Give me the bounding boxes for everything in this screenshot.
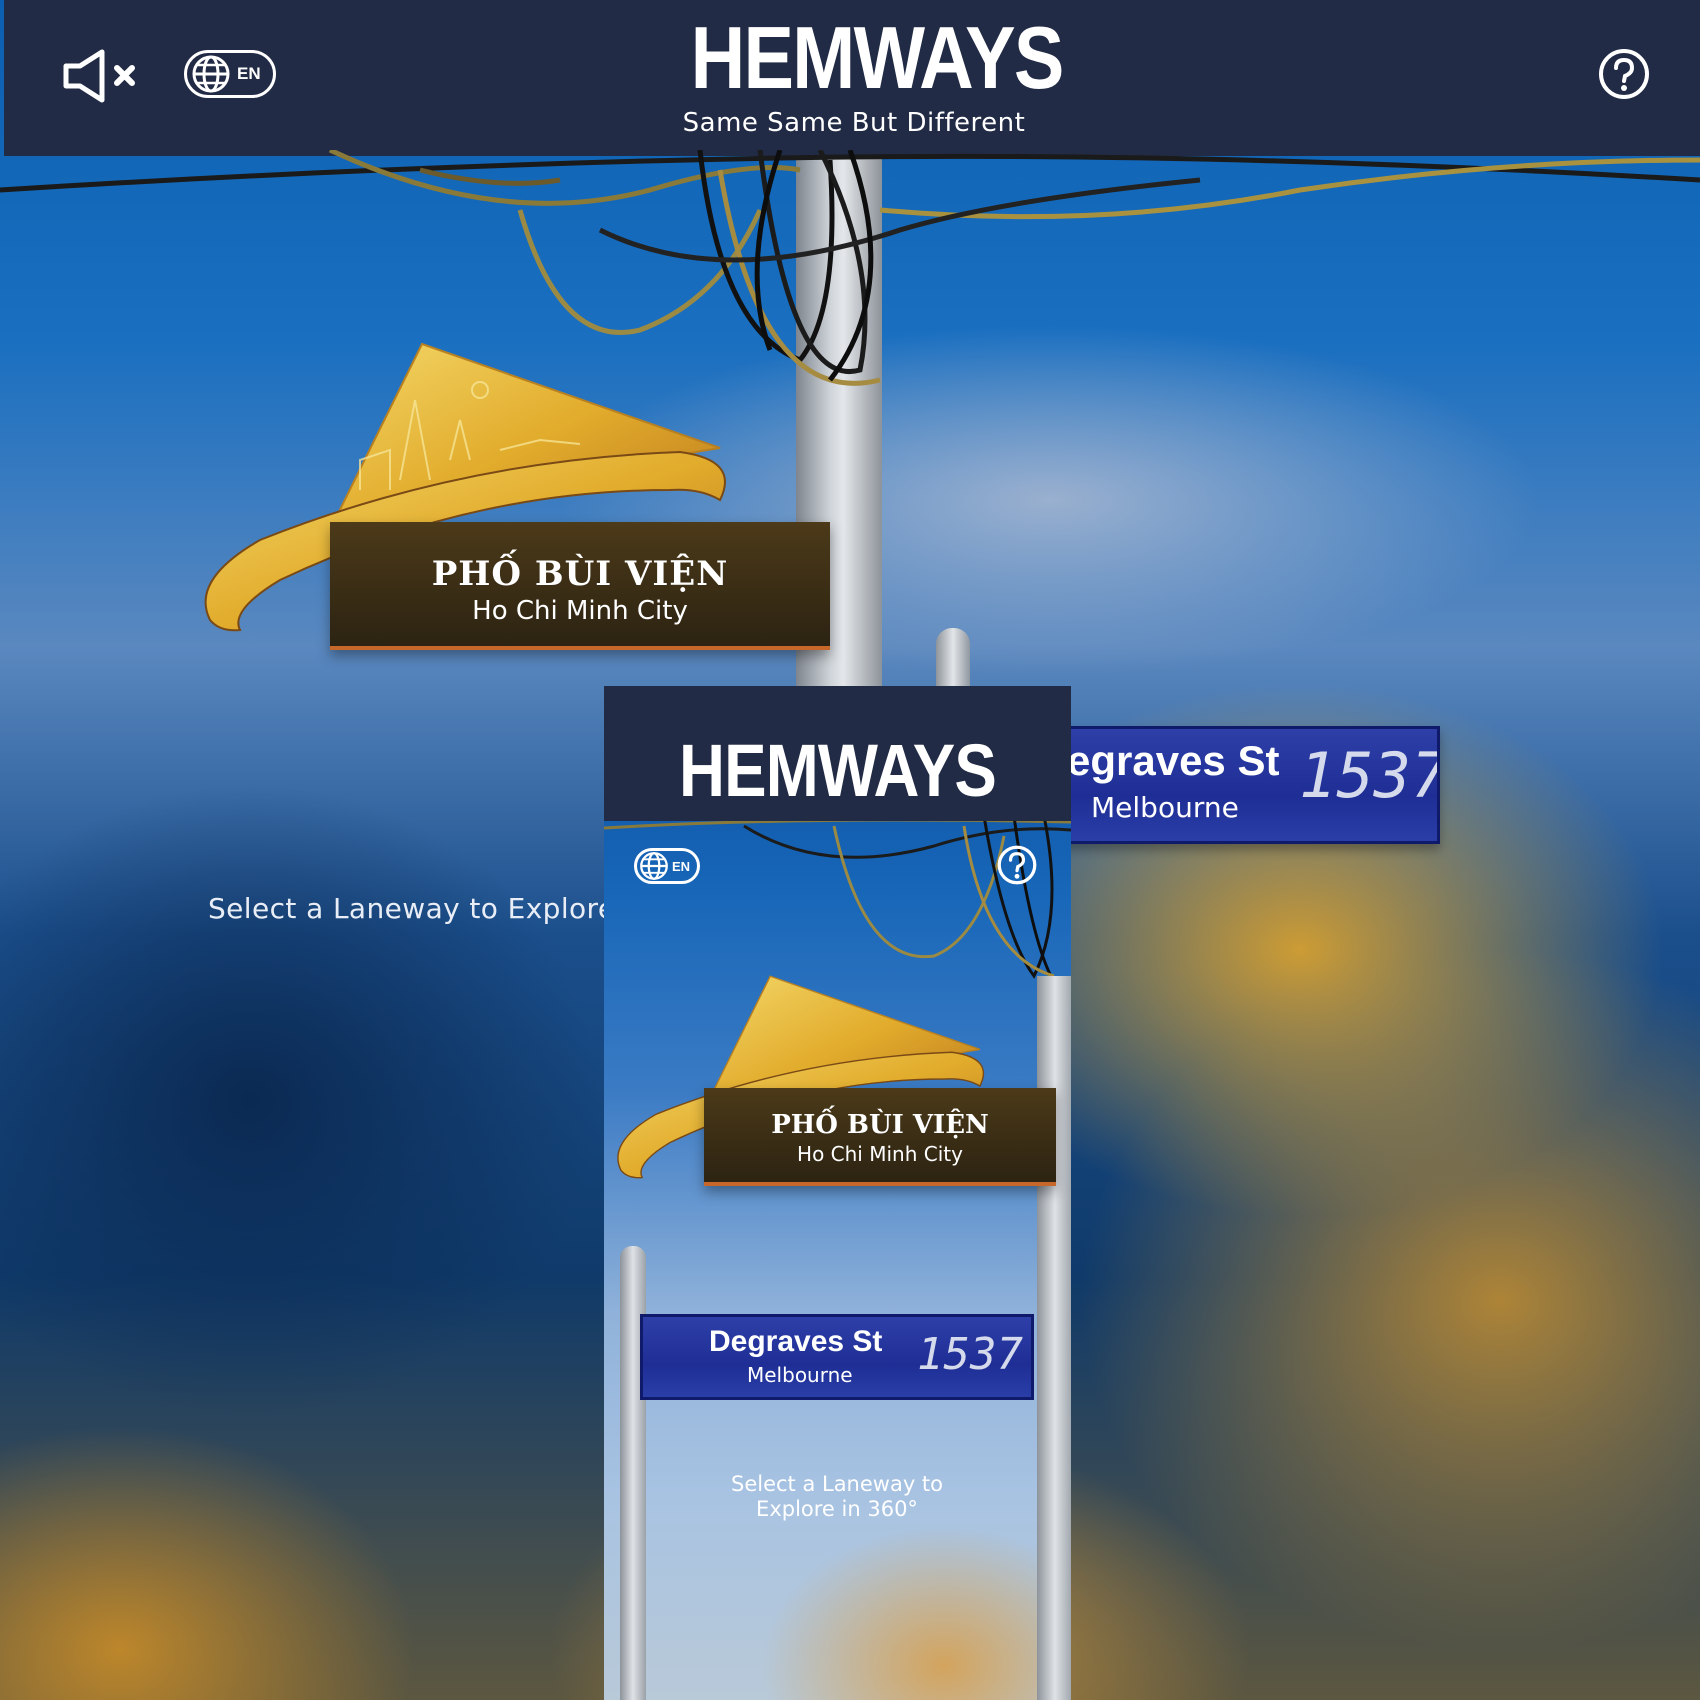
- question-circle-icon[interactable]: [996, 844, 1038, 886]
- mobile-hcmc-laneway-name: PHỐ BÙI VIỆN: [771, 1110, 989, 1140]
- hcmc-city: Ho Chi Minh City: [472, 596, 688, 626]
- sign-post: [936, 628, 970, 688]
- globe-icon: [192, 55, 230, 93]
- mobile-select-laneway-prompt: Select a Laneway to Explore in 360°: [664, 1472, 1010, 1522]
- language-code: EN: [237, 64, 261, 83]
- melbourne-laneway-name: egraves St: [1067, 737, 1280, 784]
- globe-icon: [640, 852, 668, 880]
- mobile-hcmc-city: Ho Chi Minh City: [797, 1142, 963, 1166]
- mobile-graffiti-tag: 1537: [917, 1329, 1023, 1380]
- brand: HEMWAYS Same Same But Different: [664, 8, 1065, 139]
- app-title: HEMWAYS: [690, 8, 1065, 107]
- laneway-sign-melbourne[interactable]: egraves St Melbourne 1537: [1060, 726, 1440, 844]
- mobile-language-code: EN: [672, 858, 691, 874]
- select-laneway-prompt: Select a Laneway to Explore: [208, 892, 616, 925]
- laneway-sign-hcmc[interactable]: PHỐ BÙI VIỆN Ho Chi Minh City: [200, 340, 840, 660]
- app-tagline: Same Same But Different: [682, 108, 1026, 138]
- mobile-melbourne-city: Melbourne: [747, 1363, 853, 1387]
- mobile-header: HEMWAYS: [604, 686, 1071, 821]
- graffiti-tag: 1537: [1299, 739, 1440, 812]
- mobile-preview: HEMWAYS EN PHỐ BÙI VIỆN Ho Chi Minh City…: [604, 686, 1071, 1700]
- question-circle-icon[interactable]: [1598, 48, 1650, 100]
- mobile-prompt-line-2: Explore in 360°: [756, 1497, 918, 1521]
- hcmc-board: PHỐ BÙI VIỆN Ho Chi Minh City: [330, 522, 830, 650]
- mobile-app-title: HEMWAYS: [679, 729, 997, 812]
- mobile-laneway-sign-hcmc[interactable]: PHỐ BÙI VIỆN Ho Chi Minh City: [614, 964, 1064, 1204]
- speaker-muted-icon[interactable]: [62, 48, 142, 104]
- top-bar: EN HEMWAYS Same Same But Different: [4, 0, 1700, 156]
- mobile-hcmc-board: PHỐ BÙI VIỆN Ho Chi Minh City: [704, 1088, 1056, 1186]
- mobile-language-toggle[interactable]: EN: [634, 848, 700, 884]
- mobile-melbourne-laneway-name: Degraves St: [709, 1325, 883, 1358]
- mobile-laneway-sign-melbourne[interactable]: Degraves St Melbourne 1537: [640, 1314, 1034, 1400]
- melbourne-city: Melbourne: [1091, 791, 1239, 824]
- language-toggle[interactable]: EN: [184, 50, 276, 98]
- mobile-prompt-line-1: Select a Laneway to: [730, 1472, 944, 1496]
- hcmc-laneway-name: PHỐ BÙI VIỆN: [431, 554, 729, 594]
